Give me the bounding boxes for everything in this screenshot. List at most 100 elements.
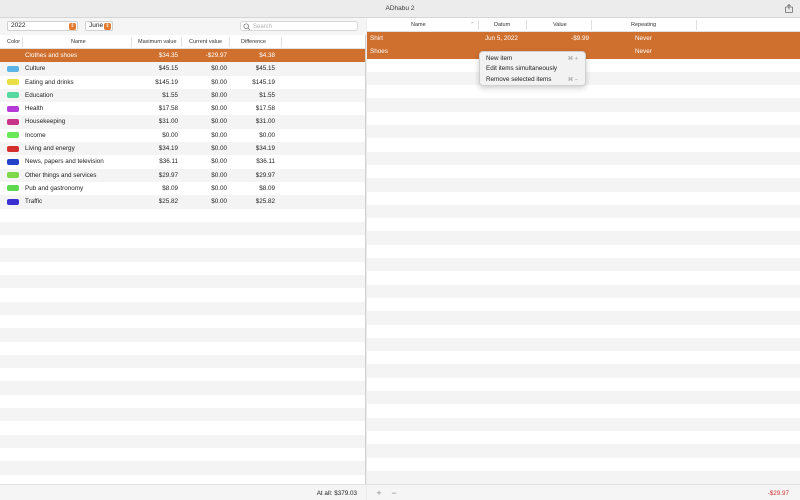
table-row[interactable] [367,191,800,205]
max-value: $45.15 [158,65,178,73]
table-row[interactable]: Income $0.00 $0.00 $0.00 [0,128,365,143]
table-row[interactable] [367,404,800,418]
category-color-swatch[interactable] [7,118,19,125]
table-row[interactable] [367,125,800,139]
table-row[interactable] [367,324,800,338]
table-row[interactable] [0,288,365,302]
menu-item-remove-selected[interactable]: Remove selected items ⌘ − [480,75,585,85]
table-row[interactable]: Housekeeping $31.00 $0.00 $31.00 [0,115,365,129]
table-row[interactable] [0,447,365,462]
table-row[interactable]: Pub and gastronomy $8.09 $0.00 $8.09 [0,181,365,196]
header-value[interactable]: Value [553,22,567,28]
table-row[interactable] [367,231,800,245]
header-name[interactable]: Name [71,39,86,45]
table-row[interactable] [367,364,800,378]
table-row[interactable] [367,164,800,179]
table-row[interactable] [367,444,800,458]
table-row[interactable] [367,271,800,285]
table-row[interactable]: Eating and drinks $145.19 $0.00 $145.19 [0,75,365,89]
table-row[interactable] [367,204,800,219]
header-repeating[interactable]: Repeating [631,22,656,28]
max-value: $17.58 [158,105,178,113]
table-row[interactable] [0,381,365,395]
table-row[interactable] [0,261,365,276]
table-row[interactable]: Traffic $25.82 $0.00 $25.82 [0,195,365,209]
month-popup[interactable]: June ⇕ [85,21,113,31]
table-row[interactable] [367,98,800,112]
share-icon[interactable] [785,4,793,13]
table-row[interactable]: Education $1.55 $0.00 $1.55 [0,88,365,103]
category-color-swatch[interactable] [7,132,19,139]
table-row[interactable] [367,284,800,298]
table-row[interactable]: Living and energy $34.19 $0.00 $34.19 [0,142,365,156]
table-row[interactable]: Clothes and shoes $34.35 -$29.97 $4.38 [0,49,365,63]
table-row[interactable] [0,248,365,262]
table-row[interactable] [0,408,365,422]
category-color-swatch[interactable] [7,172,19,179]
category-color-swatch[interactable] [7,145,19,152]
table-row[interactable] [367,377,800,392]
table-row[interactable] [367,297,800,312]
items-footer: + − -$29.97 [367,484,800,500]
header-current[interactable]: Current value [189,39,222,45]
category-color-swatch[interactable] [7,105,19,112]
header-color[interactable]: Color [7,39,20,45]
table-row[interactable] [0,301,365,315]
table-row[interactable] [367,311,800,325]
table-row[interactable]: Other things and services $29.97 $0.00 $29.… [0,168,365,182]
remove-item-button[interactable]: − [389,488,399,498]
table-row[interactable] [367,430,800,445]
table-row[interactable]: Shirt Jun 5, 2022 -$9.99 Never [367,32,800,46]
current-value: $0.00 [211,131,227,139]
table-row[interactable] [0,434,365,448]
header-difference[interactable]: Difference [241,39,266,45]
table-row[interactable] [367,218,800,232]
table-row[interactable] [367,337,800,352]
table-row[interactable] [367,244,800,259]
category-color-swatch[interactable] [7,198,19,205]
table-row[interactable] [0,275,365,289]
table-row[interactable] [367,85,800,99]
table-row[interactable]: News, papers and television $36.11 $0.00 $3… [0,155,365,169]
table-row[interactable] [0,354,365,369]
table-row[interactable] [367,258,800,272]
header-date[interactable]: Datum [494,22,510,28]
category-color-swatch[interactable] [7,185,19,192]
table-row[interactable] [0,461,365,475]
current-value: $0.00 [211,158,227,166]
table-row[interactable] [367,351,800,365]
current-value: $0.00 [211,145,227,153]
table-row[interactable] [367,138,800,152]
category-color-swatch[interactable] [7,65,19,72]
category-color-swatch[interactable] [7,158,19,165]
table-row[interactable] [0,235,365,249]
header-item-name[interactable]: Name [411,22,426,28]
add-item-button[interactable]: + [374,488,384,498]
table-row[interactable] [0,394,365,409]
table-row[interactable] [0,208,365,222]
max-value: $31.00 [158,118,178,126]
table-row[interactable] [367,470,800,485]
menu-item-edit-simultaneously[interactable]: Edit items simultaneously [480,64,585,74]
table-row[interactable] [0,368,365,382]
table-row[interactable]: Health $17.58 $0.00 $17.58 [0,102,365,116]
table-row[interactable] [0,341,365,355]
category-color-swatch[interactable] [7,92,19,99]
table-row[interactable] [367,151,800,165]
category-color-swatch[interactable] [7,79,19,86]
table-row[interactable] [367,457,800,471]
table-row[interactable] [367,417,800,431]
table-row[interactable]: Culture $45.15 $0.00 $45.15 [0,62,365,76]
header-max[interactable]: Maximum value [138,39,177,45]
table-row[interactable] [367,391,800,405]
table-row[interactable] [0,314,365,329]
menu-item-new[interactable]: New item ⌘ + [480,54,585,64]
category-name: Housekeeping [25,118,66,126]
table-row[interactable] [367,111,800,126]
table-row[interactable] [0,421,365,435]
year-popup[interactable]: 2022 ⇕ [7,21,78,31]
search-field[interactable]: Search [240,21,358,31]
table-row[interactable] [0,328,365,342]
table-row[interactable] [367,178,800,192]
table-row[interactable] [0,221,365,236]
